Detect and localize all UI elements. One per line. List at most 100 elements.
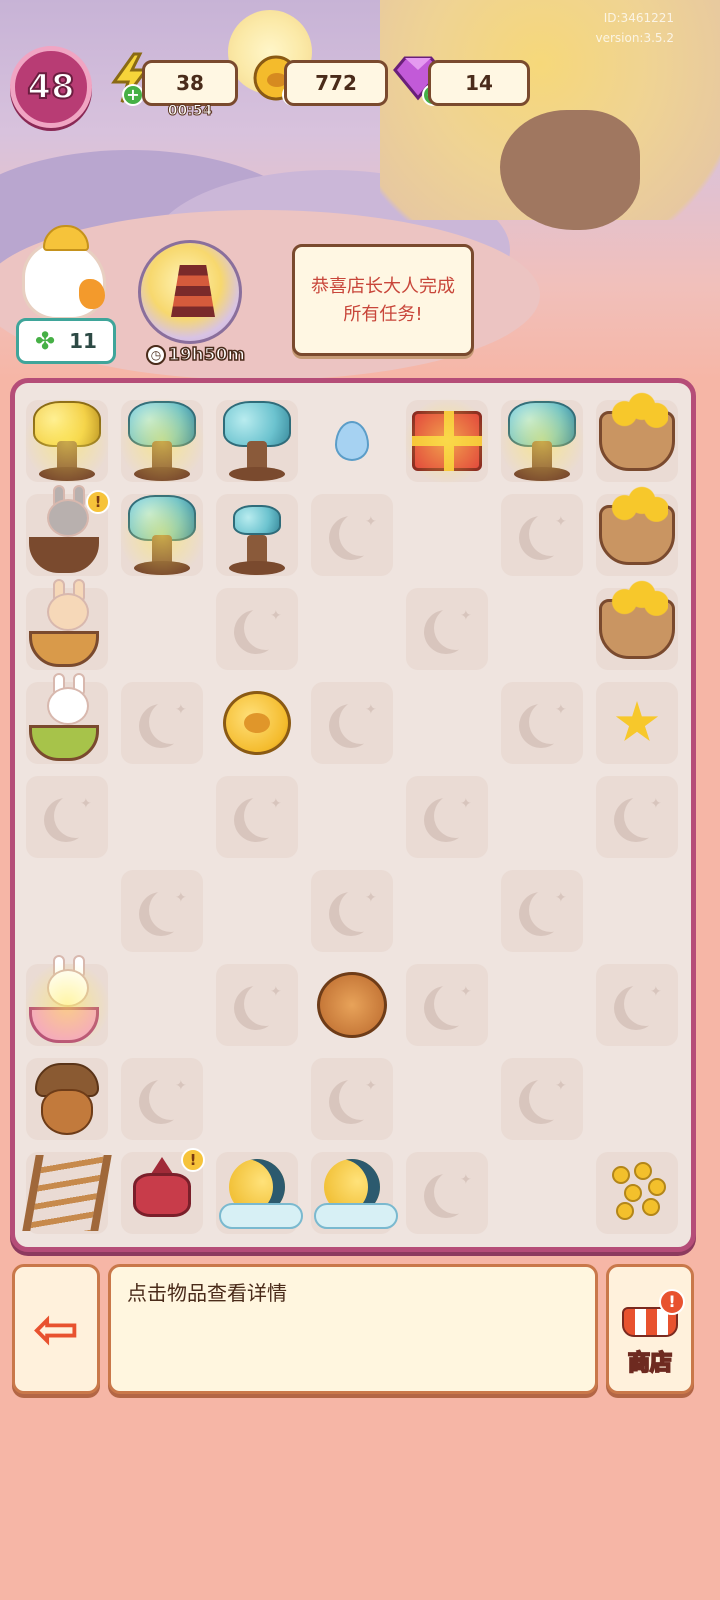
board-cell-empty[interactable] [400,864,494,958]
shop-button[interactable]: ! 商店 [606,1264,694,1394]
exit-button[interactable]: ⇦ [12,1264,100,1394]
board-cell-empty[interactable] [495,1146,589,1240]
moon-cloud-item-icon [314,1157,398,1229]
exit-door-icon: ⇦ [32,1296,80,1362]
board-cell-empty[interactable] [210,1052,304,1146]
board-cell-empty[interactable]: ✦ [400,582,494,676]
board-cell-empty[interactable]: ✦ [115,676,209,770]
energy-glow-effect [20,958,114,1052]
board-cell-empty[interactable]: ✦ [590,958,684,1052]
board-cell-blue-tree[interactable] [115,488,209,582]
board-cell-empty[interactable]: ✦ [210,958,304,1052]
board-cell-star-table[interactable] [590,580,684,676]
gem-counter: 14 [428,60,530,106]
board-cell-empty[interactable] [400,1052,494,1146]
board-cell-ladder[interactable] [20,1146,114,1240]
board-cell-empty[interactable]: ✦ [495,488,589,582]
board-cell-pagoda-tree[interactable] [495,394,589,488]
board-cell-gold-tree[interactable] [20,394,114,488]
board-cell-lantern[interactable]: ! [115,1146,209,1240]
bunny-head [47,687,89,725]
energy-glow-effect [115,394,209,488]
board-cell-star-basket[interactable] [590,486,684,582]
board-cell-empty[interactable]: ✦ [210,770,304,864]
board-cell-empty[interactable]: ✦ [305,1052,399,1146]
board-cell-empty[interactable]: ✦ [210,582,304,676]
sparkle-icon: ✦ [365,702,377,718]
board-cell-empty[interactable] [495,582,589,676]
crystal-item-icon [335,421,369,461]
board-cell-blue-tree[interactable] [115,394,209,488]
notification-icon: ! [181,1148,205,1172]
board-cell-empty[interactable]: ✦ [115,1052,209,1146]
player-level-value: 48 [26,66,75,108]
sparkle-icon: ✦ [650,984,662,1000]
board-cell-empty[interactable] [115,770,209,864]
board-cell-osmanthus[interactable] [590,1146,684,1240]
board-cell-empty[interactable]: ✦ [495,864,589,958]
board-cell-star-platter[interactable] [590,392,684,488]
star-basket-item-icon [599,486,675,565]
add-energy-button[interactable]: + [122,84,144,106]
board-cell-empty[interactable] [590,864,684,958]
board-cell-moon-cloud[interactable] [210,1146,304,1240]
board-cell-empty[interactable] [210,864,304,958]
board-cell-blue-tree[interactable] [210,394,304,488]
board-cell-empty[interactable] [590,1052,684,1146]
board-cell-bunny-gray[interactable]: ! [20,485,114,582]
board-cell-empty[interactable]: ✦ [400,770,494,864]
board-cell-empty[interactable]: ✦ [495,676,589,770]
board-cell-empty[interactable]: ✦ [400,958,494,1052]
board-cell-empty[interactable] [305,582,399,676]
board-cell-empty[interactable] [115,958,209,1052]
energy-glow-effect [115,488,209,582]
board-cell-empty[interactable] [495,770,589,864]
board-cell-moon-cloud[interactable] [305,1146,399,1240]
board-cell-star[interactable] [590,676,684,770]
board-cell-bunny-rainbow[interactable] [20,955,114,1052]
board-cell-coin[interactable] [210,676,304,770]
board-cell-mooncake[interactable] [305,958,399,1052]
energy-glow-effect [400,394,494,488]
sparkle-icon: ✦ [555,890,567,906]
board-cell-empty[interactable] [305,770,399,864]
sparkle-icon: ✦ [460,984,472,1000]
task-complete-speech-bubble: 恭喜店长大人完成所有任务! [292,244,474,356]
board-cell-empty[interactable]: ✦ [495,1052,589,1146]
board-cell-empty[interactable]: ✦ [20,770,114,864]
board-cell-empty[interactable]: ✦ [305,488,399,582]
board-cell-empty[interactable]: ✦ [305,676,399,770]
board-cell-empty[interactable]: ✦ [400,1146,494,1240]
board-cell-bunny-green[interactable] [20,673,114,770]
sparkle-icon: ✦ [365,514,377,530]
board-cell-empty[interactable]: ✦ [115,864,209,958]
energy-glow-effect [20,394,114,488]
board-cell-sprout[interactable] [210,488,304,582]
player-level-badge[interactable]: 48 [10,46,92,128]
bunny-green-generator-icon [29,673,105,765]
board-cell-empty[interactable] [115,582,209,676]
energy-glow-effect [495,394,589,488]
board-cell-gift[interactable] [400,394,494,488]
board-cell-empty[interactable] [20,864,114,958]
sparkle-icon: ✦ [555,1078,567,1094]
board-cell-empty[interactable] [400,676,494,770]
cloud-shape [314,1203,398,1229]
board-cell-empty[interactable] [400,488,494,582]
board-cell-empty[interactable]: ✦ [305,864,399,958]
board-cell-empty[interactable] [495,958,589,1052]
sparkle-icon: ✦ [175,1078,187,1094]
board-cell-empty[interactable]: ✦ [590,770,684,864]
sparkle-icon: ✦ [460,608,472,624]
board-cell-acorn[interactable] [20,1052,114,1146]
version-watermark: ID:3461221 version:3.5.2 [595,11,674,45]
notification-icon: ! [86,490,110,514]
acorn-item-icon [35,1063,99,1135]
osmanthus-flower [634,1162,652,1180]
task-star-counter[interactable]: ✤ 11 [16,318,116,364]
pagoda-event-icon[interactable] [138,240,242,344]
moon-cloud-item-icon [219,1157,303,1229]
sparkle-icon: ✦ [460,1172,472,1188]
board-cell-bunny-pink[interactable] [20,579,114,676]
board-cell-crystal[interactable] [305,394,399,488]
